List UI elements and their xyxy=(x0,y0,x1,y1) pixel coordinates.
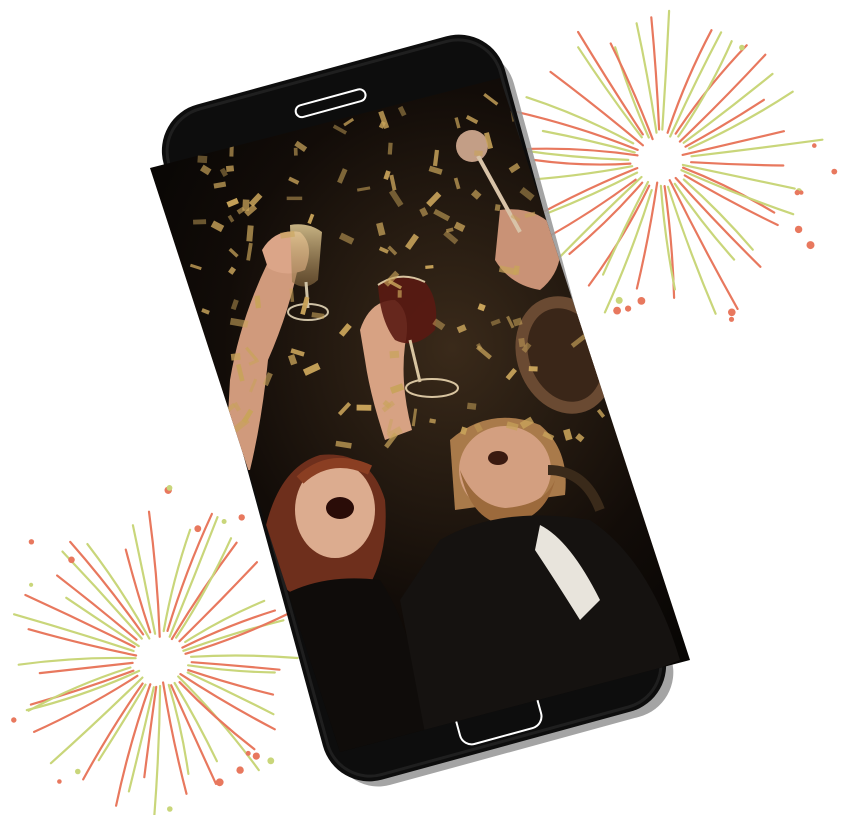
firework-spark xyxy=(215,778,224,787)
confetti-piece xyxy=(474,150,483,157)
confetti-piece xyxy=(599,153,607,158)
firework-spark xyxy=(28,539,35,545)
confetti-piece xyxy=(222,421,234,433)
confetti-piece xyxy=(528,366,538,372)
firework-spark xyxy=(728,316,735,322)
confetti-piece xyxy=(563,211,572,221)
firework-spark xyxy=(252,752,260,760)
firework-streak xyxy=(178,561,258,643)
firework-streak xyxy=(690,161,785,167)
firework-spark xyxy=(57,779,62,784)
confetti-piece xyxy=(286,196,303,201)
confetti-piece xyxy=(595,306,603,317)
confetti-piece xyxy=(197,155,208,164)
confetti-piece xyxy=(387,142,393,155)
firework-spark xyxy=(236,766,244,774)
firework-streak xyxy=(178,681,256,751)
confetti-piece xyxy=(397,290,402,298)
firework-streak xyxy=(533,158,632,166)
firework-spark xyxy=(166,485,173,491)
confetti-piece xyxy=(193,360,206,370)
firework-spark xyxy=(739,44,745,51)
confetti-piece xyxy=(588,90,599,96)
firework-streak xyxy=(661,9,671,131)
firework-streak xyxy=(674,44,748,135)
firework-spark xyxy=(221,519,227,524)
firework-streak xyxy=(187,669,275,696)
firework-spark xyxy=(637,297,646,305)
confetti-piece xyxy=(518,337,526,348)
firework-streak xyxy=(170,684,218,785)
firework-spark xyxy=(11,717,17,723)
confetti-piece xyxy=(571,279,582,288)
firework-streak xyxy=(674,176,762,268)
firework-spark xyxy=(75,768,81,775)
firework-streak xyxy=(186,671,275,716)
firework-streak xyxy=(602,180,650,276)
firework-spark xyxy=(615,296,623,304)
firework-spark xyxy=(29,582,34,587)
firework-streak xyxy=(511,109,639,151)
firework-streak xyxy=(82,682,144,781)
firework-streak xyxy=(13,613,135,653)
firework-spark xyxy=(267,757,275,765)
firework-streak xyxy=(24,593,136,649)
illustration-canvas xyxy=(11,9,838,815)
firework-streak xyxy=(147,510,161,638)
confetti-piece xyxy=(193,219,207,225)
confetti-piece xyxy=(356,404,372,411)
firework-streak xyxy=(666,185,717,315)
firework-streak xyxy=(682,178,754,251)
firework-streak xyxy=(177,675,260,772)
confetti-piece xyxy=(242,199,250,211)
confetti-piece xyxy=(494,204,501,212)
firework-spark xyxy=(794,225,803,234)
firework-streak xyxy=(25,669,141,712)
confetti-piece xyxy=(466,402,477,410)
firework-spark xyxy=(831,168,838,175)
firework-spark xyxy=(167,806,173,812)
confetti-piece xyxy=(196,371,209,381)
firework-spark xyxy=(794,189,800,196)
firework-spark xyxy=(728,308,736,317)
confetti-piece xyxy=(293,147,298,156)
confetti-piece xyxy=(225,165,235,172)
firework-streak xyxy=(168,516,219,638)
confetti-piece xyxy=(389,350,400,359)
firework-spark xyxy=(245,750,251,756)
firework-spark xyxy=(806,241,815,250)
firework-spark xyxy=(68,556,75,564)
firework-streak xyxy=(115,683,152,807)
firework-spark xyxy=(194,525,202,533)
firework-spark xyxy=(613,306,621,315)
firework-streak xyxy=(677,40,733,138)
firework-spark xyxy=(812,143,817,148)
confetti-piece xyxy=(191,441,206,448)
firework-spark xyxy=(625,305,632,312)
firework-spark xyxy=(238,514,245,521)
illustration-stage xyxy=(0,0,843,815)
confetti-piece xyxy=(599,370,610,389)
firework-streak xyxy=(153,684,162,815)
firework-streak xyxy=(190,654,299,660)
confetti-piece xyxy=(230,353,241,361)
firework-streak xyxy=(577,46,643,139)
confetti-piece xyxy=(566,183,573,191)
